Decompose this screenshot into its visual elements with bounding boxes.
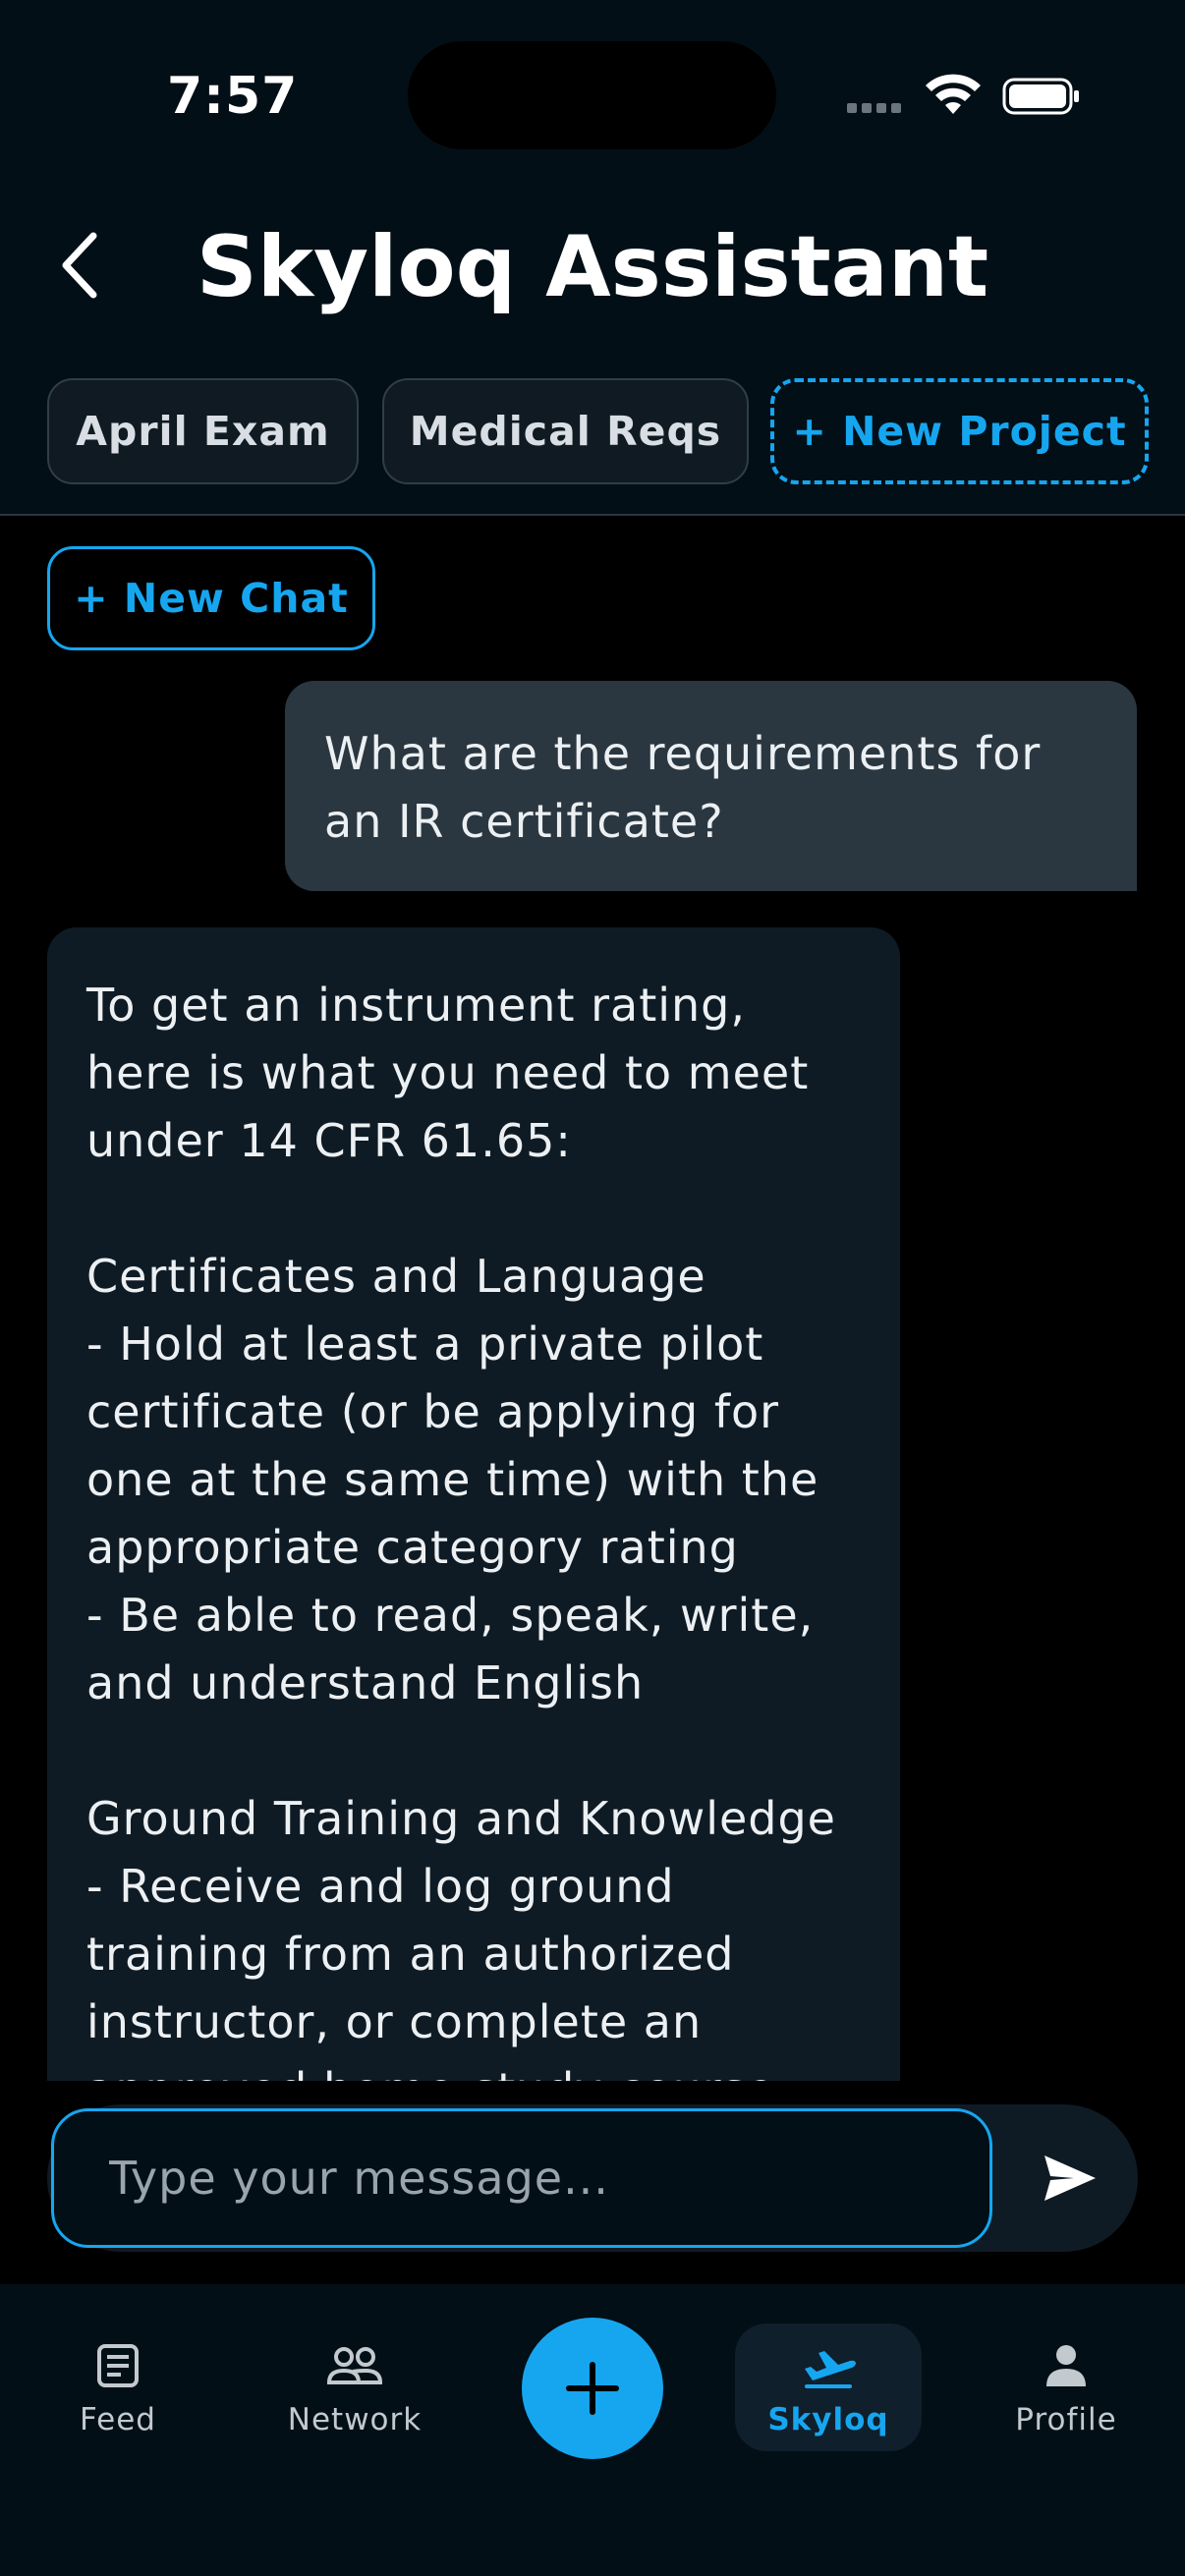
user-message-bubble: What are the requirements for an IR cert…: [285, 681, 1137, 891]
new-chat-button[interactable]: + New Chat: [47, 546, 375, 650]
header: 7:57 Skyloq Assistant: [0, 0, 1185, 349]
nav-item-feed[interactable]: Feed: [25, 2324, 211, 2451]
nav-label-feed: Feed: [80, 2402, 156, 2437]
send-icon[interactable]: [1035, 2144, 1103, 2212]
feed-icon: [97, 2344, 139, 2387]
bottom-nav: Feed Network Skyloq Profile: [0, 2284, 1185, 2576]
profile-icon: [1046, 2345, 1086, 2386]
create-button[interactable]: [522, 2318, 663, 2459]
nav-item-skyloq[interactable]: Skyloq: [735, 2324, 922, 2451]
project-chip-medical-reqs[interactable]: Medical Reqs: [382, 378, 749, 484]
signal-icon: [847, 103, 901, 113]
network-icon: [326, 2347, 383, 2384]
dynamic-island: [408, 41, 776, 149]
wifi-icon: [926, 74, 981, 114]
nav-label-profile: Profile: [1015, 2402, 1117, 2437]
airplane-takeoff-icon: [805, 2351, 856, 2388]
battery-icon: [1002, 78, 1079, 115]
nav-item-profile[interactable]: Profile: [973, 2324, 1159, 2451]
new-project-button[interactable]: + New Project: [770, 378, 1149, 484]
status-time: 7:57: [167, 67, 299, 126]
project-chip-april-exam[interactable]: April Exam: [47, 378, 359, 484]
nav-label-skyloq: Skyloq: [767, 2402, 889, 2437]
status-icons: [847, 74, 1079, 115]
message-composer: [47, 2104, 1138, 2252]
chat-thread[interactable]: What are the requirements for an IR cert…: [0, 668, 1185, 2081]
nav-item-network[interactable]: Network: [261, 2324, 448, 2451]
assistant-message-bubble: To get an instrument rating, here is wha…: [47, 927, 900, 2081]
nav-label-network: Network: [287, 2402, 423, 2437]
page-title: Skyloq Assistant: [196, 218, 989, 316]
message-input[interactable]: [51, 2108, 992, 2248]
project-bar: April Exam Medical Reqs + New Project: [0, 349, 1185, 516]
plus-icon: [566, 2362, 619, 2415]
